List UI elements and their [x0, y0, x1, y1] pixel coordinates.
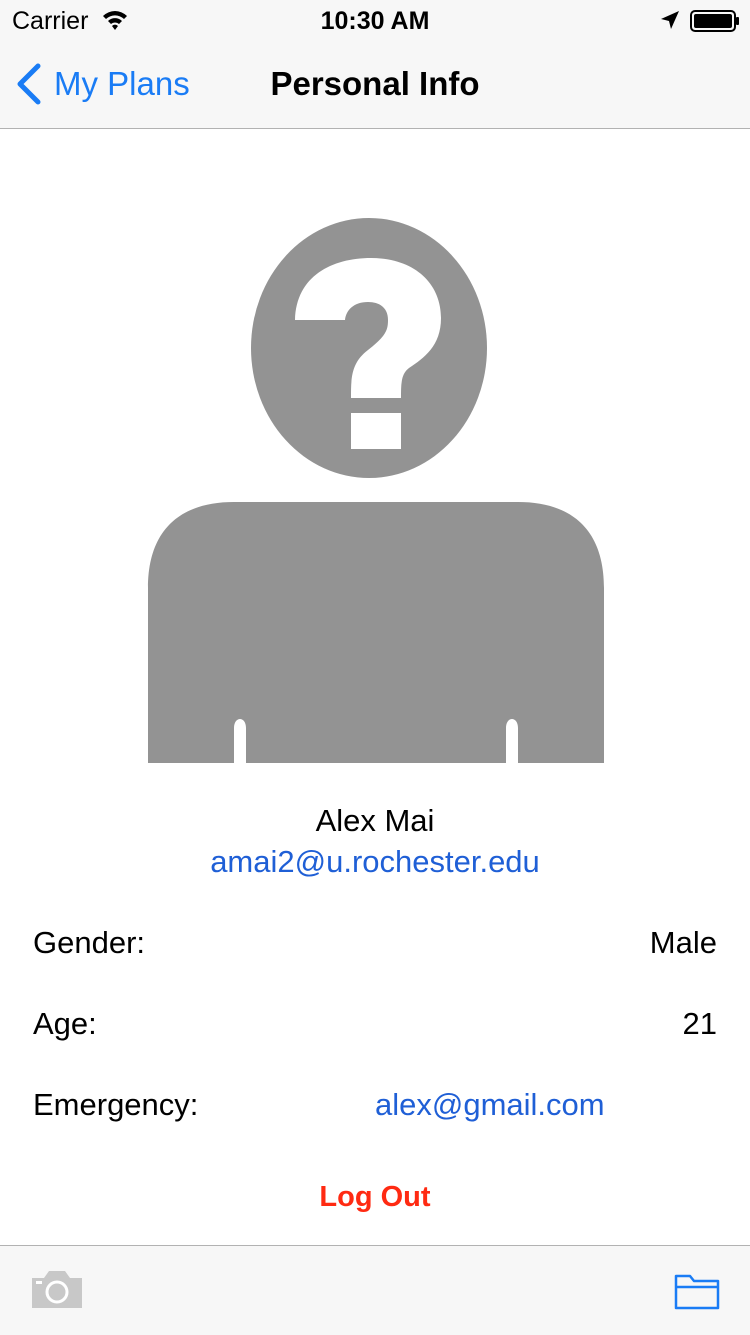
avatar-body — [148, 502, 604, 763]
profile-name: Alex Mai — [315, 803, 435, 838]
age-label: Age: — [33, 1006, 97, 1041]
page-title: Personal Info — [270, 65, 480, 102]
navigation-bar: My Plans Personal Info — [0, 40, 750, 129]
bottom-toolbar — [0, 1245, 750, 1335]
age-value: 21 — [682, 1006, 717, 1041]
battery-icon — [690, 10, 739, 32]
status-bar: Carrier 10:30 AM — [0, 0, 750, 40]
status-time: 10:30 AM — [320, 7, 430, 35]
emergency-contact-link[interactable]: alex@gmail.com — [375, 1086, 605, 1124]
folder-icon[interactable] — [674, 1272, 720, 1310]
emergency-label: Emergency: — [33, 1087, 199, 1122]
location-arrow-icon — [661, 11, 679, 29]
gender-value: Male — [649, 925, 717, 960]
avatar — [148, 218, 604, 763]
profile-email-link[interactable]: amai2@u.rochester.edu — [0, 843, 750, 881]
logout-button[interactable]: Log Out — [0, 1178, 750, 1216]
gender-label: Gender: — [33, 925, 146, 960]
camera-icon[interactable] — [30, 1268, 84, 1310]
